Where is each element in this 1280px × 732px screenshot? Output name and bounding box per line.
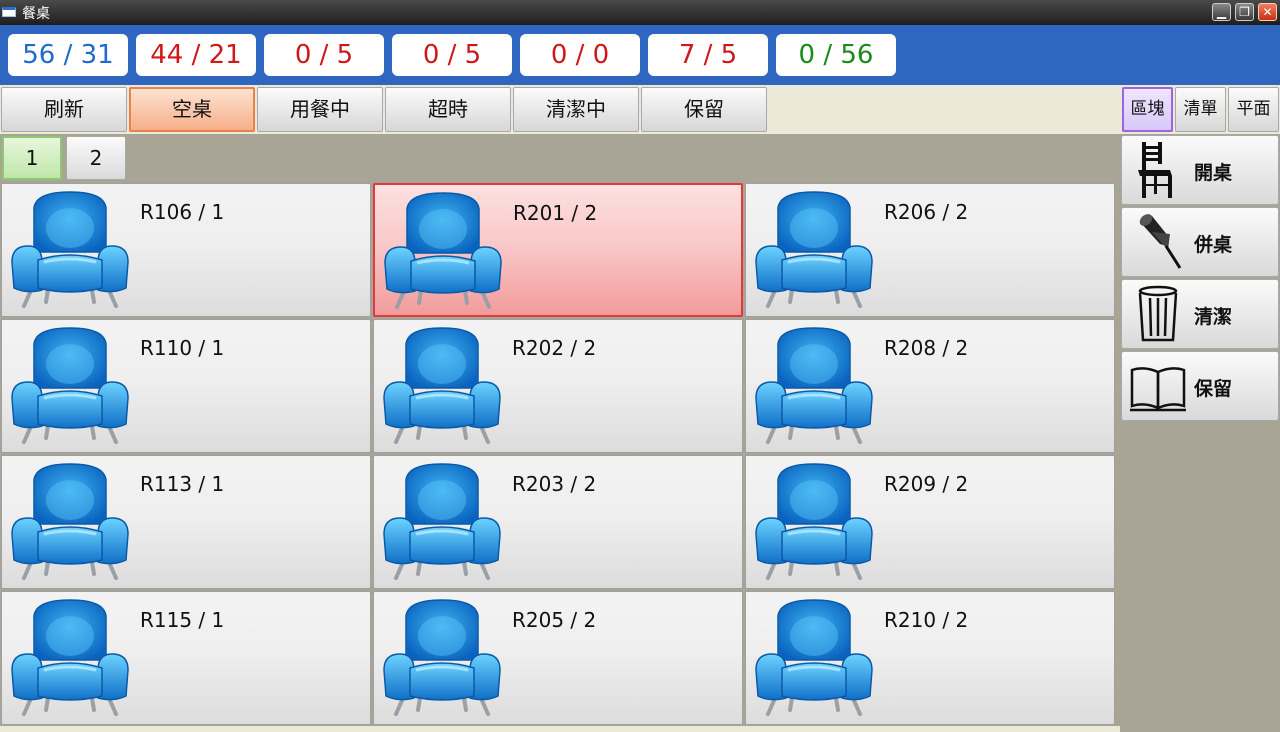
armchair-icon <box>383 599 501 716</box>
merge-table-button[interactable]: 併桌 <box>1121 207 1279 277</box>
trash-can-icon <box>1138 285 1178 342</box>
filter-dining-button[interactable]: 用餐中 <box>257 87 383 132</box>
clean-table-button[interactable]: 清潔 <box>1121 279 1279 349</box>
table-card[interactable]: R202 / 2 <box>373 319 743 453</box>
table-label: R205 / 2 <box>512 608 597 632</box>
open-book-icon <box>1130 367 1186 412</box>
table-label: R206 / 2 <box>884 200 969 224</box>
armchair-icon <box>11 599 129 716</box>
counter-other: 0 / 56 <box>776 34 896 76</box>
filter-cleaning-button[interactable]: 清潔中 <box>513 87 639 132</box>
counter-all: 56 / 31 <box>8 34 128 76</box>
close-icon: ✕ <box>1262 5 1273 19</box>
view-tab-block[interactable]: 區塊 <box>1122 87 1173 132</box>
filter-reserved-button[interactable]: 保留 <box>641 87 767 132</box>
filter-empty-button[interactable]: 空桌 <box>129 87 255 132</box>
armchair-icon <box>755 327 873 444</box>
view-tab-list[interactable]: 清單 <box>1175 87 1226 132</box>
counter-overtime: 0 / 5 <box>392 34 512 76</box>
table-card[interactable]: R205 / 2 <box>373 591 743 725</box>
table-label: R201 / 2 <box>513 201 598 225</box>
counter-reserved: 7 / 5 <box>648 34 768 76</box>
table-label: R113 / 1 <box>140 472 225 496</box>
counter-cleaning: 0 / 0 <box>520 34 640 76</box>
view-tab-floor[interactable]: 平面 <box>1228 87 1279 132</box>
page-tab-2[interactable]: 2 <box>66 136 126 180</box>
table-label: R203 / 2 <box>512 472 597 496</box>
app-window-icon <box>2 7 16 17</box>
close-button[interactable]: ✕ <box>1258 3 1277 21</box>
clean-table-label: 清潔 <box>1194 306 1233 328</box>
table-label: R209 / 2 <box>884 472 969 496</box>
title-bar: 餐桌 ▁ ❐ ✕ <box>0 0 1280 25</box>
table-label: R202 / 2 <box>512 336 597 360</box>
filter-toolbar: 刷新 空桌 用餐中 超時 清潔中 保留 <box>0 85 1120 134</box>
armchair-icon <box>383 463 501 580</box>
table-card[interactable]: R210 / 2 <box>745 591 1115 725</box>
table-label: R210 / 2 <box>884 608 969 632</box>
refresh-button[interactable]: 刷新 <box>1 87 127 132</box>
filter-overtime-button[interactable]: 超時 <box>385 87 511 132</box>
restore-button[interactable]: ❐ <box>1235 3 1254 21</box>
armchair-icon <box>755 599 873 716</box>
window-title: 餐桌 <box>22 6 50 22</box>
table-card[interactable]: R206 / 2 <box>745 183 1115 317</box>
armchair-icon <box>11 327 129 444</box>
open-table-label: 開桌 <box>1194 162 1233 184</box>
table-label: R208 / 2 <box>884 336 969 360</box>
table-card[interactable]: R208 / 2 <box>745 319 1115 453</box>
armchair-icon <box>11 463 129 580</box>
table-card[interactable]: R201 / 2 <box>373 183 743 317</box>
table-card[interactable]: R106 / 1 <box>1 183 371 317</box>
armchair-icon <box>755 463 873 580</box>
table-card[interactable]: R110 / 1 <box>1 319 371 453</box>
status-strip <box>0 726 1120 732</box>
table-label: R110 / 1 <box>140 336 225 360</box>
armchair-icon <box>11 191 129 308</box>
merge-table-label: 併桌 <box>1194 234 1233 256</box>
page-tab-1[interactable]: 1 <box>2 136 62 180</box>
status-counter-bar: 56 / 31 44 / 21 0 / 5 0 / 5 0 / 0 7 / 5 … <box>0 25 1280 85</box>
table-card[interactable]: R115 / 1 <box>1 591 371 725</box>
open-table-button[interactable]: 開桌 <box>1121 135 1279 205</box>
table-card[interactable]: R209 / 2 <box>745 455 1115 589</box>
restore-icon: ❐ <box>1239 5 1250 19</box>
armchair-icon <box>755 191 873 308</box>
table-label: R106 / 1 <box>140 200 225 224</box>
armchair-icon <box>384 192 502 309</box>
reserve-table-label: 保留 <box>1194 378 1233 400</box>
counter-empty: 44 / 21 <box>136 34 256 76</box>
counter-dining: 0 / 5 <box>264 34 384 76</box>
pushpin-icon <box>1139 214 1182 269</box>
table-card[interactable]: R203 / 2 <box>373 455 743 589</box>
minimize-icon: ▁ <box>1216 5 1227 19</box>
table-label: R115 / 1 <box>140 608 225 632</box>
reserve-table-button[interactable]: 保留 <box>1121 351 1279 421</box>
chair-icon <box>1138 142 1172 198</box>
armchair-icon <box>383 327 501 444</box>
table-card[interactable]: R113 / 1 <box>1 455 371 589</box>
minimize-button[interactable]: ▁ <box>1212 3 1231 21</box>
